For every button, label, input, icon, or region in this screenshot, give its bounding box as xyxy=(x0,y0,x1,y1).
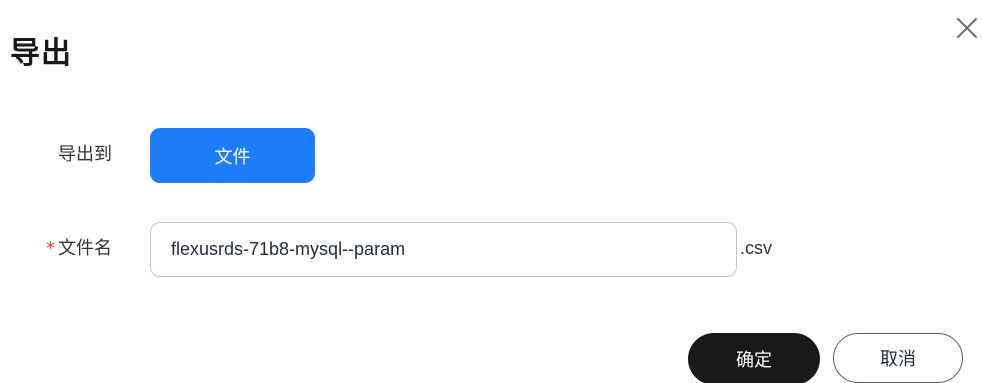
export-dialog: 导出 导出到 文件 *文件名 .csv 确定 取消 xyxy=(0,0,982,383)
filename-label-group: * 文件名 xyxy=(10,236,112,262)
confirm-button[interactable]: 确定 xyxy=(688,333,820,383)
export-to-file-button[interactable]: 文件 xyxy=(150,128,315,183)
close-button[interactable] xyxy=(953,14,981,42)
filename-input[interactable] xyxy=(150,222,737,277)
file-extension-label: .csv xyxy=(740,238,773,258)
required-mark: * xyxy=(46,238,55,259)
filename-label: 文件名 xyxy=(58,238,112,259)
dialog-title: 导出 xyxy=(10,36,72,71)
export-to-label: 导出到 xyxy=(58,144,112,165)
close-icon xyxy=(957,18,977,38)
cancel-button[interactable]: 取消 xyxy=(833,333,963,383)
